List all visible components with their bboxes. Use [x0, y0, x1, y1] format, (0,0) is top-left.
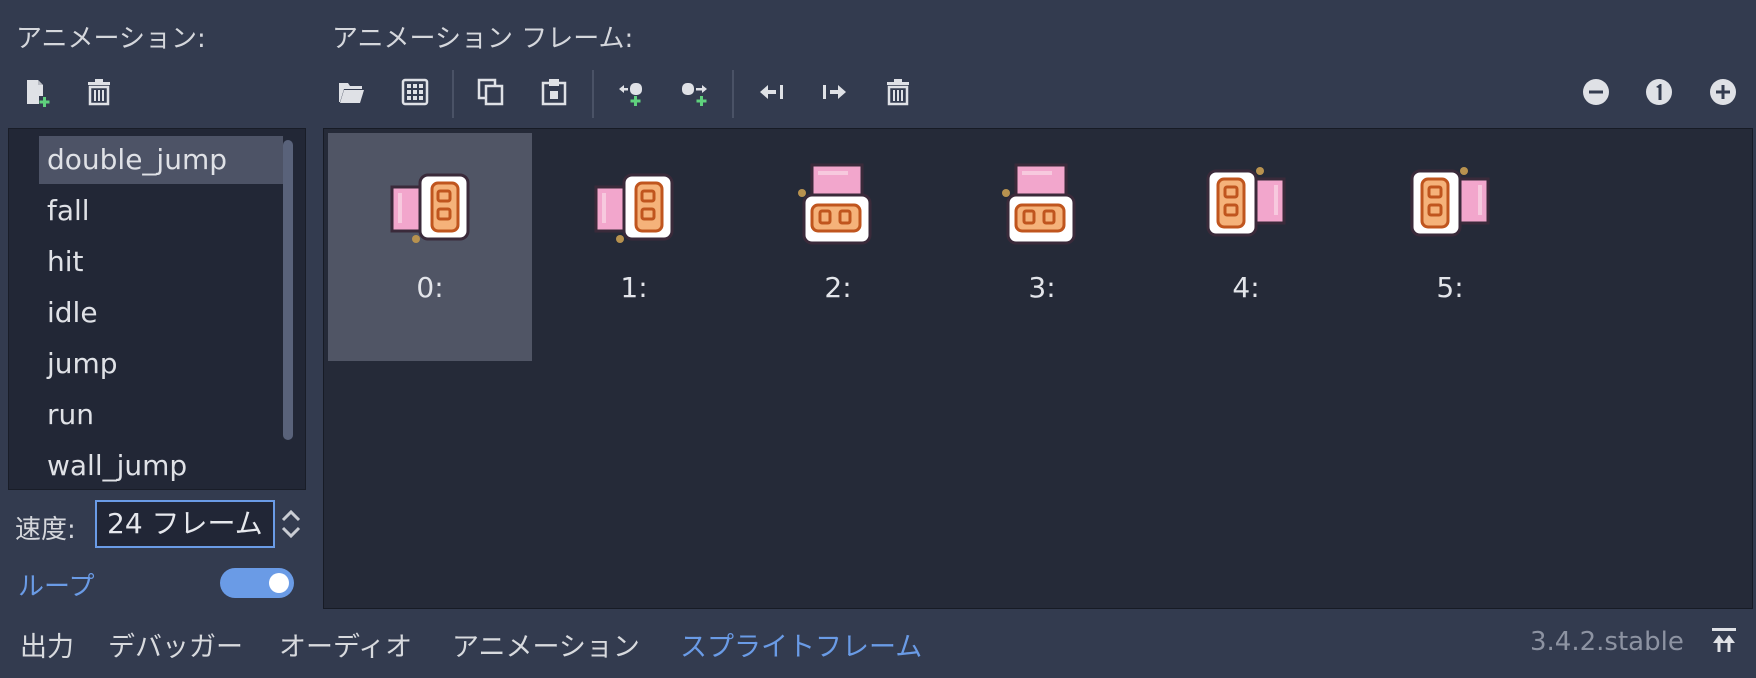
new-animation-icon [27, 80, 50, 107]
load-frame-button[interactable] [329, 70, 373, 114]
frames-title: アニメーション フレーム: [332, 24, 634, 54]
sprite-frame-image [798, 163, 872, 245]
frames-grid: 0: 1: 2: 3: 4: 5: [323, 128, 1753, 609]
animation-list: double_jump fall hit idle jump run wall_… [8, 128, 306, 490]
expand-up-icon [1712, 628, 1736, 652]
toggle-knob [269, 573, 289, 593]
sprite-frame-image [1002, 163, 1076, 245]
animation-item-wall-jump[interactable]: wall_jump [39, 442, 283, 490]
speed-label: 速度: [15, 515, 76, 545]
spritesheet-button[interactable] [393, 70, 437, 114]
frame-item[interactable]: 3: [940, 133, 1144, 361]
delete-animation-icon [88, 79, 110, 106]
sprite-frame-image [1206, 167, 1286, 237]
insert-after-button[interactable] [673, 70, 717, 114]
copy-button[interactable] [469, 70, 513, 114]
sprite-frame-image [594, 173, 674, 243]
speed-stepper[interactable] [279, 506, 303, 542]
insert-before-icon [619, 83, 642, 106]
animations-title: アニメーション: [16, 24, 206, 54]
frame-item[interactable]: 2: [736, 133, 940, 361]
insert-after-icon [682, 83, 707, 106]
zoom-in-icon [1710, 79, 1736, 105]
tab-audio[interactable]: オーディオ [279, 625, 412, 664]
grid-icon [401, 78, 429, 106]
delete-frame-button[interactable] [876, 70, 920, 114]
zoom-out-button[interactable] [1574, 70, 1618, 114]
animation-item-idle[interactable]: idle [39, 289, 283, 337]
move-right-icon [823, 85, 846, 99]
speed-input[interactable]: 24 フレーム [95, 500, 275, 548]
zoom-out-icon [1583, 79, 1609, 105]
toolbar-divider [592, 70, 594, 118]
frame-label: 1: [620, 271, 648, 304]
frame-label: 5: [1436, 271, 1464, 304]
up-down-arrows-icon [281, 509, 301, 539]
move-right-button[interactable] [813, 70, 857, 114]
tab-sprite-frames[interactable]: スプライトフレーム [680, 625, 922, 664]
tab-animation[interactable]: アニメーション [452, 625, 640, 664]
toolbar-divider [452, 70, 454, 118]
frame-label: 3: [1028, 271, 1056, 304]
scrollbar-thumb[interactable] [283, 140, 293, 440]
frame-item[interactable]: 0: [328, 133, 532, 361]
tab-output[interactable]: 出力 [20, 625, 74, 664]
insert-before-button[interactable] [609, 70, 653, 114]
paste-icon [541, 79, 567, 106]
sprite-frame-image [1410, 167, 1490, 237]
paste-button[interactable] [532, 70, 576, 114]
move-left-icon [760, 85, 783, 99]
sprite-frame-image [390, 173, 470, 243]
folder-open-icon [339, 83, 364, 103]
toolbar-divider [732, 70, 734, 118]
copy-icon [477, 78, 504, 106]
zoom-reset-button[interactable] [1637, 70, 1681, 114]
frame-label: 2: [824, 271, 852, 304]
frame-label: 4: [1232, 271, 1260, 304]
frame-item[interactable]: 1: [532, 133, 736, 361]
animation-item-jump[interactable]: jump [39, 340, 283, 388]
loop-label: ループ [18, 572, 95, 602]
delete-frame-icon [887, 79, 909, 106]
loop-toggle[interactable] [220, 568, 294, 598]
zoom-reset-icon [1646, 79, 1672, 105]
animation-list-scrollbar[interactable] [283, 140, 293, 440]
animation-item-double-jump[interactable]: double_jump [39, 136, 283, 184]
animation-item-run[interactable]: run [39, 391, 283, 439]
expand-panel-button[interactable] [1702, 618, 1746, 662]
zoom-in-button[interactable] [1701, 70, 1745, 114]
delete-animation-button[interactable] [77, 70, 121, 114]
frame-label: 0: [416, 271, 444, 304]
new-animation-button[interactable] [14, 70, 58, 114]
animation-item-fall[interactable]: fall [39, 187, 283, 235]
tab-debugger[interactable]: デバッガー [108, 625, 243, 664]
version-label: 3.4.2.stable [1530, 627, 1684, 657]
move-left-button[interactable] [749, 70, 793, 114]
frame-item[interactable]: 4: [1144, 133, 1348, 361]
animation-item-hit[interactable]: hit [39, 238, 283, 286]
frame-item[interactable]: 5: [1348, 133, 1552, 361]
